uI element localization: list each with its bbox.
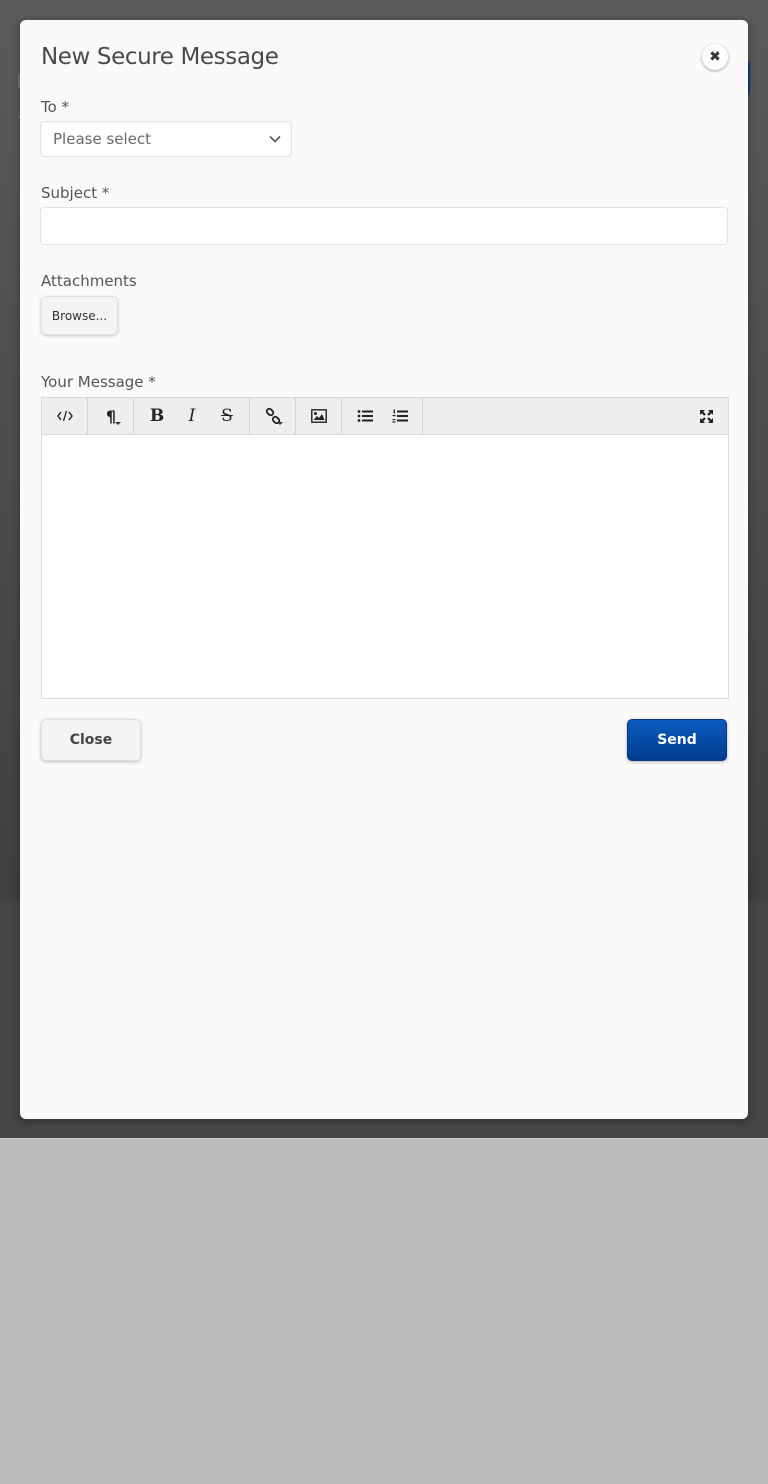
unordered-list-glyph [357, 410, 373, 422]
new-message-modal: New Secure Message ✖ To * Please select … [20, 20, 748, 1119]
fullscreen-glyph [699, 409, 713, 423]
to-label: To * [41, 98, 70, 116]
paragraph-style-icon[interactable]: ¶ [94, 398, 128, 434]
send-button[interactable]: Send [627, 719, 727, 761]
browse-button[interactable]: Browse... [41, 296, 118, 335]
close-button[interactable]: Close [41, 719, 141, 761]
italic-glyph: I [188, 406, 196, 426]
fullscreen-icon[interactable] [689, 398, 723, 434]
ordered-list-glyph [392, 409, 408, 423]
chevron-down-icon [269, 135, 281, 143]
message-editor: ¶ B I S [41, 397, 729, 699]
close-icon[interactable]: ✖ [702, 44, 728, 70]
message-body-input[interactable] [42, 435, 728, 698]
image-glyph [311, 409, 327, 423]
subject-label: Subject * [41, 184, 110, 202]
link-glyph [265, 408, 281, 424]
strikethrough-icon[interactable]: S [210, 398, 244, 434]
italic-icon[interactable]: I [175, 398, 209, 434]
message-label: Your Message * [41, 373, 156, 391]
paragraph-glyph: ¶ [105, 406, 117, 426]
link-icon[interactable] [256, 398, 290, 434]
code-view-glyph [57, 410, 73, 422]
to-select[interactable]: Please select [40, 121, 292, 157]
attachments-label: Attachments [41, 272, 137, 290]
image-icon[interactable] [302, 398, 336, 434]
code-view-icon[interactable] [48, 398, 82, 434]
strikethrough-glyph: S [221, 406, 233, 426]
bold-glyph: B [149, 406, 165, 426]
bold-icon[interactable]: B [140, 398, 174, 434]
ordered-list-icon[interactable] [383, 398, 417, 434]
to-select-value: Please select [53, 130, 152, 148]
subject-input[interactable] [40, 207, 728, 245]
unordered-list-icon[interactable] [348, 398, 382, 434]
editor-toolbar: ¶ B I S [42, 398, 728, 435]
modal-title: New Secure Message [41, 44, 279, 70]
